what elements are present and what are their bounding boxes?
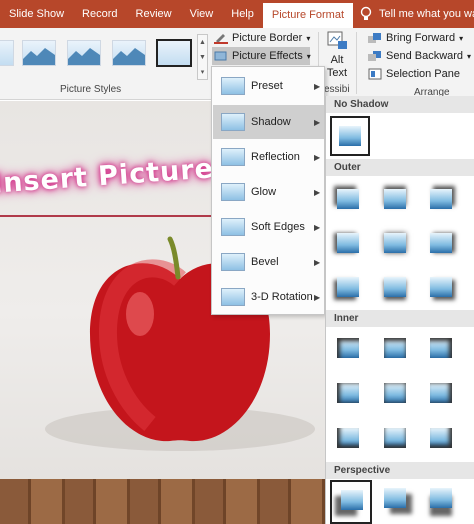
slide-title[interactable]: Insert Picture: [0, 153, 215, 199]
group-divider: [356, 32, 357, 94]
chevron-down-icon: ▾: [306, 51, 311, 61]
menu-item-shadow[interactable]: Shadow ▶: [213, 105, 324, 139]
tab-slide-show[interactable]: Slide Show: [0, 0, 73, 28]
selection-pane-icon: [368, 68, 382, 80]
shadow-gallery: No Shadow Outer Inner Perspective: [325, 96, 474, 524]
shadow-option-outer[interactable]: [430, 277, 452, 297]
tab-review[interactable]: Review: [127, 0, 181, 28]
send-backward-icon: [368, 50, 382, 62]
shadow-swatch: [341, 490, 363, 510]
shadow-icon: [221, 113, 245, 131]
shadow-option-outer[interactable]: [384, 233, 406, 253]
chevron-down-icon: ▾: [306, 33, 311, 43]
chevron-right-icon: ▶: [314, 187, 321, 197]
rotation-3d-icon: [221, 288, 245, 306]
shadow-option-perspective[interactable]: [384, 488, 406, 508]
powerpoint-window: Slide Show Record Review View Help Pictu…: [0, 0, 474, 524]
picture-style-thumb-selected[interactable]: [156, 39, 192, 67]
picture-effects-icon: [214, 50, 228, 62]
ribbon-tab-bar: Slide Show Record Review View Help Pictu…: [0, 0, 474, 28]
title-underline: [0, 215, 220, 217]
chevron-right-icon: ▶: [314, 257, 321, 267]
picture-style-thumb[interactable]: [0, 40, 14, 66]
menu-item-glow[interactable]: Glow ▶: [213, 175, 324, 209]
bring-forward-label: Bring Forward: [386, 32, 456, 44]
shadow-option-none[interactable]: [330, 116, 370, 156]
alt-text-label: Alt Text: [326, 54, 348, 79]
shadow-option-outer[interactable]: [337, 233, 359, 253]
chevron-right-icon: ▶: [314, 81, 321, 91]
picture-style-thumb[interactable]: [67, 40, 101, 66]
shadow-option-inner[interactable]: [430, 338, 452, 358]
chevron-right-icon: ▶: [314, 152, 321, 162]
tell-me-box[interactable]: Tell me what you want to: [359, 6, 474, 22]
menu-item-soft-edges[interactable]: Soft Edges ▶: [213, 210, 324, 244]
shadow-option-outer[interactable]: [337, 189, 359, 209]
shadow-option-outer[interactable]: [337, 277, 359, 297]
shadow-option-perspective-selected[interactable]: [330, 480, 372, 524]
shadow-option-perspective[interactable]: [430, 488, 452, 508]
lightbulb-icon: [360, 6, 372, 20]
picture-effects-label: Picture Effects: [232, 50, 303, 62]
tell-me-text: Tell me what you want to: [379, 8, 474, 20]
shadow-option-inner[interactable]: [384, 383, 406, 403]
gallery-scroll[interactable]: ▲ ▼ ▾: [197, 34, 208, 80]
shadow-option-outer[interactable]: [430, 233, 452, 253]
alt-text-icon: [327, 31, 347, 49]
no-shadow-header: No Shadow: [326, 96, 474, 113]
perspective-header: Perspective: [326, 462, 474, 479]
shadow-swatch: [339, 126, 361, 146]
selection-pane-button[interactable]: Selection Pane: [368, 65, 460, 83]
outer-header: Outer: [326, 159, 474, 176]
inner-header: Inner: [326, 310, 474, 327]
menu-item-preset[interactable]: Preset ▶: [213, 69, 324, 103]
selection-pane-label: Selection Pane: [386, 68, 460, 80]
shadow-option-inner[interactable]: [384, 428, 406, 448]
shadow-option-inner[interactable]: [337, 383, 359, 403]
menu-item-reflection[interactable]: Reflection ▶: [213, 140, 324, 174]
tab-picture-format[interactable]: Picture Format: [262, 3, 354, 28]
alt-text-button[interactable]: Alt Text: [322, 30, 352, 82]
bevel-icon: [221, 253, 245, 271]
menu-item-3d-rotation[interactable]: 3-D Rotation ▶: [213, 280, 324, 314]
tab-help[interactable]: Help: [222, 0, 263, 28]
glow-icon: [221, 183, 245, 201]
picture-style-thumb[interactable]: [112, 40, 146, 66]
chevron-right-icon: ▶: [314, 292, 321, 302]
tab-view[interactable]: View: [181, 0, 223, 28]
picture-border-button[interactable]: Picture Border ▾: [214, 29, 310, 47]
accessibility-label: essibi: [324, 84, 350, 95]
picture-style-thumb[interactable]: [22, 40, 56, 66]
preset-icon: [221, 77, 245, 95]
send-backward-label: Send Backward: [386, 50, 464, 62]
picture-border-icon: [214, 32, 228, 44]
shadow-option-outer[interactable]: [384, 189, 406, 209]
chevron-down-icon: ▾: [467, 51, 472, 61]
picture-styles-label: Picture Styles: [60, 84, 122, 95]
tab-record[interactable]: Record: [73, 0, 126, 28]
chevron-right-icon: ▶: [314, 222, 321, 232]
bring-forward-button[interactable]: Bring Forward ▾: [368, 29, 463, 47]
shadow-option-inner[interactable]: [384, 338, 406, 358]
shadow-option-inner[interactable]: [430, 383, 452, 403]
shadow-option-inner[interactable]: [430, 428, 452, 448]
shadow-option-inner[interactable]: [337, 338, 359, 358]
send-backward-button[interactable]: Send Backward ▾: [368, 47, 471, 65]
chevron-down-icon: ▾: [459, 33, 464, 43]
shadow-option-outer[interactable]: [384, 277, 406, 297]
picture-effects-menu: Preset ▶ Shadow ▶ Reflection ▶ Glow ▶ Soft E…: [211, 66, 325, 315]
picture-effects-button[interactable]: Picture Effects ▾: [212, 47, 311, 65]
chevron-right-icon: ▶: [314, 117, 321, 127]
reflection-icon: [221, 148, 245, 166]
picture-border-label: Picture Border: [232, 32, 303, 44]
shadow-option-inner[interactable]: [337, 428, 359, 448]
soft-edges-icon: [221, 218, 245, 236]
menu-item-bevel[interactable]: Bevel ▶: [213, 245, 324, 279]
shadow-option-outer[interactable]: [430, 189, 452, 209]
bring-forward-icon: [368, 32, 382, 44]
